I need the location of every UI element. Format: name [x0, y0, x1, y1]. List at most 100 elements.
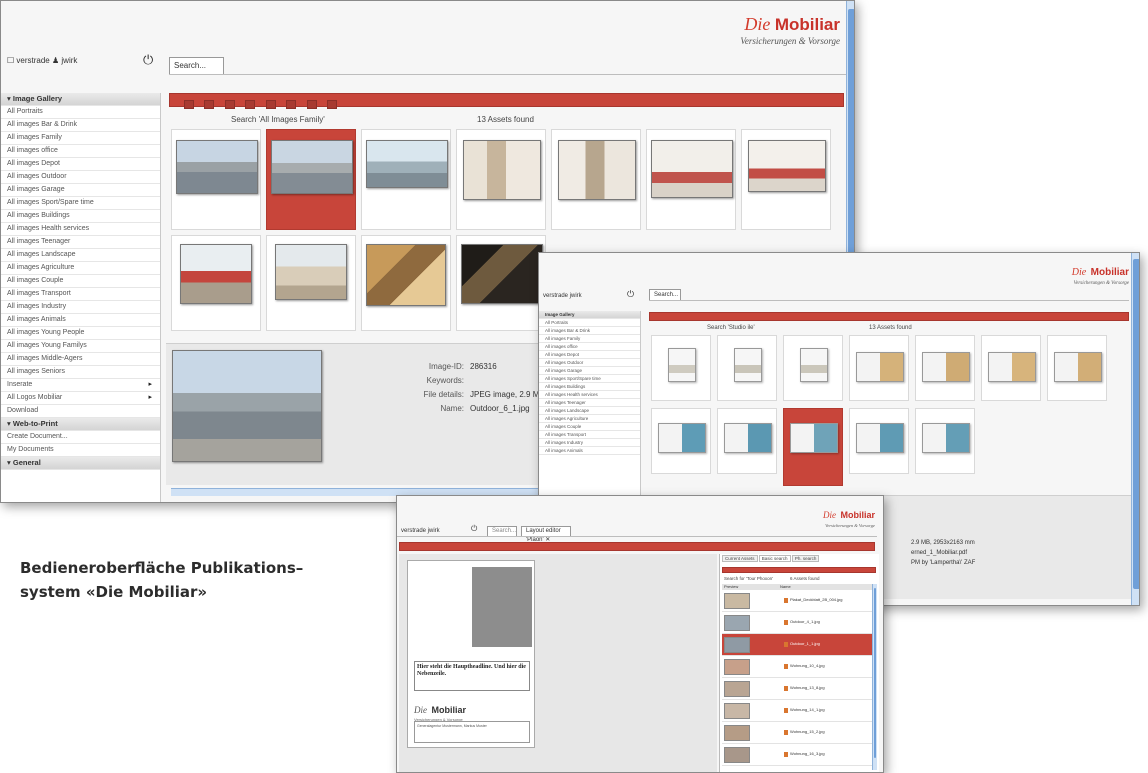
sidebar-item[interactable]: All images Teenager: [539, 399, 640, 407]
sidebar-item[interactable]: All images Outdoor: [1, 171, 160, 184]
sidebar-item[interactable]: All images Industry: [539, 439, 640, 447]
sidebar-section-image-gallery[interactable]: Image Gallery: [539, 311, 640, 319]
thumbnail-tile[interactable]: [741, 129, 831, 230]
sidebar-section-image-gallery[interactable]: ▾ Image Gallery: [1, 93, 160, 106]
sidebar-item[interactable]: All images Health services: [1, 223, 160, 236]
thumbnail-tile[interactable]: [717, 335, 777, 401]
thumbnail-tile[interactable]: [915, 408, 975, 474]
scroll-thumb[interactable]: [1133, 259, 1139, 589]
sidebar-item-my-documents[interactable]: My Documents: [1, 444, 160, 457]
sidebar-item[interactable]: All images Sport/Spare time: [1, 197, 160, 210]
sidebar-item[interactable]: All images Outdoor: [539, 359, 640, 367]
sidebar-item[interactable]: All images Depot: [539, 351, 640, 359]
thumbnail-tile-selected[interactable]: [783, 408, 843, 486]
file-row[interactable]: Plakat_Deckblatt_2B_004.jpg: [722, 590, 872, 612]
file-row[interactable]: Wohnung_15_2.jpg: [722, 722, 872, 744]
thumbnail-tile[interactable]: [361, 235, 451, 331]
thumbnail-tile[interactable]: [717, 408, 777, 474]
thumbnail-tile[interactable]: [456, 129, 546, 230]
sidebar-section-general[interactable]: ▾ General: [1, 457, 160, 470]
sidebar-section-web-to-print[interactable]: ▾ Web-to-Print: [1, 418, 160, 431]
power-icon[interactable]: ⏻: [143, 52, 153, 68]
sidebar-item[interactable]: All images Landscape: [1, 249, 160, 262]
power-icon[interactable]: ⏻: [627, 289, 634, 300]
thumbnail-tile[interactable]: [266, 235, 356, 331]
tab-layout-editor[interactable]: Layout editor 'Plaon' ✕: [521, 526, 571, 543]
thumbnail-tile-selected[interactable]: [266, 129, 356, 230]
sidebar-item[interactable]: All images Garage: [1, 184, 160, 197]
sidebar-item[interactable]: All images Transport: [539, 431, 640, 439]
sidebar-item[interactable]: All Logos Mobiliar ▸: [1, 392, 160, 405]
zoom-icon[interactable]: [265, 100, 276, 109]
sidebar-item[interactable]: All images Couple: [1, 275, 160, 288]
thumbnail-tile[interactable]: [171, 235, 261, 331]
tab-search[interactable]: Search...: [487, 526, 517, 536]
prev-icon[interactable]: [224, 100, 235, 109]
tab-photo-search[interactable]: Ph. search: [791, 555, 820, 562]
filter-icon[interactable]: [184, 100, 194, 109]
sidebar-item[interactable]: All images Seniors: [1, 366, 160, 379]
sidebar-item[interactable]: All images Landscape: [539, 407, 640, 415]
sidebar-item[interactable]: All images Animals: [1, 314, 160, 327]
panel-scrollbar[interactable]: [872, 584, 877, 770]
file-row[interactable]: Wohnung_16_3.jpg: [722, 744, 872, 766]
file-row[interactable]: Wohnung_14_1.jpg: [722, 700, 872, 722]
sidebar-item[interactable]: All images office: [1, 145, 160, 158]
settings-icon[interactable]: [204, 100, 215, 109]
power-icon[interactable]: ⏻: [471, 524, 477, 534]
search-tab[interactable]: Search...: [169, 57, 224, 74]
thumbnail-tile[interactable]: [646, 129, 736, 230]
sidebar-item-create-document[interactable]: Create Document...: [1, 431, 160, 444]
sidebar-item[interactable]: Inserate ▸: [1, 379, 160, 392]
detail-view-icon[interactable]: [327, 100, 338, 109]
list-view-icon[interactable]: [306, 100, 317, 109]
thumbnail-tile[interactable]: [849, 408, 909, 474]
sidebar-item[interactable]: All images Sport/Spare time: [539, 375, 640, 383]
sidebar-item[interactable]: All images Industry: [1, 301, 160, 314]
sidebar-item[interactable]: All images Middle-Agers: [1, 353, 160, 366]
tab-basic-search[interactable]: Basic search: [758, 555, 791, 562]
sidebar-item[interactable]: All images Couple: [539, 423, 640, 431]
grid-view-icon[interactable]: [286, 100, 297, 109]
sidebar-item[interactable]: All images Garage: [539, 367, 640, 375]
sidebar-item[interactable]: All images Animals: [539, 447, 640, 455]
thumbnail-tile[interactable]: [361, 129, 451, 230]
next-icon[interactable]: [245, 100, 256, 109]
thumbnail-tile[interactable]: [981, 335, 1041, 401]
sidebar-item[interactable]: All images Agriculture: [1, 262, 160, 275]
sidebar-item[interactable]: All images Health services: [539, 391, 640, 399]
thumbnail-tile[interactable]: [456, 235, 546, 331]
file-row[interactable]: Outdoor_4_1.jpg: [722, 612, 872, 634]
sidebar-item[interactable]: All images office: [539, 343, 640, 351]
sidebar-item[interactable]: All images Bar & Drink: [539, 327, 640, 335]
sidebar-item[interactable]: All images Young Familys: [1, 340, 160, 353]
file-row[interactable]: Outdoor_1_1.jpg: [722, 634, 872, 656]
file-row[interactable]: Wohnung_13_8.jpg: [722, 678, 872, 700]
file-row[interactable]: Wohnung_10_4.jpg: [722, 656, 872, 678]
thumbnail-tile[interactable]: [651, 408, 711, 474]
thumbnail-tile[interactable]: [1047, 335, 1107, 401]
sidebar-item[interactable]: All images Transport: [1, 288, 160, 301]
sidebar-item[interactable]: All Portraits: [1, 106, 160, 119]
tab-current-assets[interactable]: Current Assets: [722, 555, 758, 562]
thumbnail-tile[interactable]: [915, 335, 975, 401]
sidebar-item[interactable]: All images Family: [539, 335, 640, 343]
sidebar-item[interactable]: All images Depot: [1, 158, 160, 171]
sidebar-item[interactable]: All images Buildings: [1, 210, 160, 223]
sidebar-item[interactable]: All Portraits: [539, 319, 640, 327]
thumbnail-tile[interactable]: [551, 129, 641, 230]
vertical-scrollbar[interactable]: [1131, 253, 1139, 605]
sidebar-item[interactable]: All images Teenager: [1, 236, 160, 249]
search-tab[interactable]: Search...: [649, 289, 681, 300]
sidebar-item[interactable]: All images Family: [1, 132, 160, 145]
sidebar-item[interactable]: All images Young People: [1, 327, 160, 340]
sidebar-item[interactable]: All images Agriculture: [539, 415, 640, 423]
sidebar-item[interactable]: All images Bar & Drink: [1, 119, 160, 132]
sidebar-item[interactable]: All images Buildings: [539, 383, 640, 391]
thumbnail-tile[interactable]: [849, 335, 909, 401]
sidebar-item[interactable]: Download: [1, 405, 160, 418]
thumbnail-tile[interactable]: [651, 335, 711, 401]
thumbnail-tile[interactable]: [783, 335, 843, 401]
scroll-thumb[interactable]: [874, 588, 876, 758]
document-page[interactable]: Hier steht die Hauptheadline. Und hier d…: [407, 560, 535, 748]
